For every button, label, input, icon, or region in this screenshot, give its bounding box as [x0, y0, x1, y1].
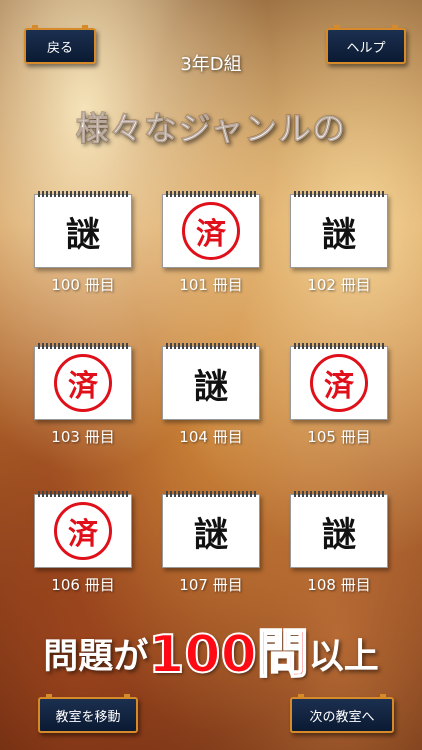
notebook-item-100[interactable]: 謎 100 冊目: [34, 191, 132, 295]
completed-stamp-icon: 済: [54, 502, 112, 560]
notebook-label: 106 冊目: [51, 576, 115, 594]
notebook-label: 100 冊目: [51, 276, 115, 294]
notebook-item-104[interactable]: 謎 104 冊目: [162, 343, 260, 447]
notebook-card[interactable]: 謎: [162, 491, 260, 568]
tagline-before: 問題が: [43, 637, 149, 677]
mystery-icon: 謎: [194, 366, 228, 407]
spiral-rings: [38, 191, 128, 197]
completed-stamp-icon: 済: [310, 354, 368, 412]
tagline: 問題が100問以上: [0, 612, 422, 687]
headline: 様々なジャンルの: [75, 109, 347, 149]
notebook-card[interactable]: 済: [34, 343, 132, 420]
notebook-label: 103 冊目: [51, 428, 115, 446]
notebook-item-105[interactable]: 済 105 冊目: [290, 343, 388, 447]
move-classroom-button[interactable]: 教室を移動: [38, 694, 138, 733]
spiral-rings: [38, 491, 128, 497]
notebook-card[interactable]: 済: [290, 343, 388, 420]
notebook-card[interactable]: 謎: [290, 191, 388, 268]
notebook-item-101[interactable]: 済 101 冊目: [162, 191, 260, 295]
notebook-item-103[interactable]: 済 103 冊目: [34, 343, 132, 447]
notebook-label: 102 冊目: [307, 276, 371, 294]
notebook-item-107[interactable]: 謎 107 冊目: [162, 491, 260, 595]
spiral-rings: [294, 491, 384, 497]
notebook-label: 105 冊目: [307, 428, 371, 446]
mystery-icon: 謎: [322, 514, 356, 555]
notebook-grid: 謎 100 冊目 済 101 冊目 謎 102 冊目 済 103 冊目 謎 10…: [34, 191, 390, 595]
notebook-item-106[interactable]: 済 106 冊目: [34, 491, 132, 595]
mystery-icon: 謎: [322, 214, 356, 255]
spiral-rings: [294, 343, 384, 349]
notebook-label: 101 冊目: [179, 276, 243, 294]
next-classroom-button[interactable]: 次の教室へ: [290, 694, 394, 733]
spiral-rings: [294, 191, 384, 197]
tagline-after: 以上: [308, 637, 379, 677]
mystery-icon: 謎: [66, 214, 100, 255]
notebook-item-108[interactable]: 謎 108 冊目: [290, 491, 388, 595]
notebook-card[interactable]: 済: [162, 191, 260, 268]
completed-stamp-icon: 済: [182, 202, 240, 260]
notebook-card[interactable]: 謎: [290, 491, 388, 568]
notebook-item-102[interactable]: 謎 102 冊目: [290, 191, 388, 295]
notebook-label: 107 冊目: [179, 576, 243, 594]
completed-stamp-icon: 済: [54, 354, 112, 412]
spiral-rings: [166, 491, 256, 497]
notebook-card[interactable]: 謎: [34, 191, 132, 268]
spiral-rings: [38, 343, 128, 349]
spiral-rings: [166, 191, 256, 197]
class-title: 3年D組: [180, 54, 242, 75]
notebook-card[interactable]: 謎: [162, 343, 260, 420]
notebook-card[interactable]: 済: [34, 491, 132, 568]
spiral-rings: [166, 343, 256, 349]
tagline-highlight: 100問: [147, 624, 310, 686]
mystery-icon: 謎: [194, 514, 228, 555]
notebook-label: 104 冊目: [179, 428, 243, 446]
notebook-label: 108 冊目: [307, 576, 371, 594]
